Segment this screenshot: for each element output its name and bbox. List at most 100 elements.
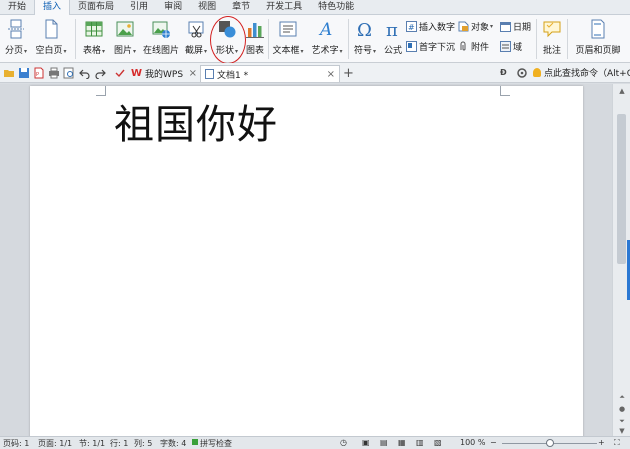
ribbon-separator [348, 19, 349, 59]
status-word-count[interactable]: 字数: 4 [160, 438, 186, 449]
svg-text:π: π [386, 20, 398, 39]
ribbon-separator [567, 19, 568, 59]
previous-page-icon[interactable]: ⏶ [616, 392, 628, 402]
undo-icon[interactable] [79, 67, 91, 80]
table-caret[interactable]: ▾ [102, 48, 105, 55]
save-icon[interactable] [18, 67, 30, 79]
tab-view[interactable]: 视图 [190, 0, 224, 15]
close-tab-icon[interactable]: × [189, 68, 197, 79]
attachment-label: 附件 [471, 42, 490, 53]
print-preview-icon[interactable] [63, 67, 75, 79]
tab-review[interactable]: 审阅 [156, 0, 190, 15]
tab-my-wps-label: 我的WPS [145, 70, 184, 80]
field-button[interactable]: 域 [500, 39, 522, 53]
drop-cap-button[interactable]: 首字下沉 [406, 39, 455, 53]
tab-document-1[interactable]: 文档1 * × [200, 65, 340, 82]
header-footer-icon [588, 19, 608, 39]
zoom-slider-handle[interactable] [545, 439, 554, 447]
scrollbar-thumb[interactable] [617, 114, 626, 264]
next-page-icon[interactable]: ⏷ [616, 416, 628, 426]
zoom-percent[interactable]: 100 % [460, 438, 485, 447]
object-caret[interactable]: ▾ [490, 23, 493, 30]
view-reading-icon[interactable]: ▧ [434, 438, 442, 447]
blank-page-button[interactable]: 空白页▾ [33, 17, 69, 61]
view-mode-icon[interactable]: ▣ [362, 438, 370, 447]
date-button[interactable]: 日期 [500, 19, 531, 33]
object-icon [458, 21, 469, 32]
tab-developer[interactable]: 开发工具 [258, 0, 310, 15]
object-button[interactable]: 对象 ▾ [458, 19, 493, 33]
view-web-icon[interactable]: ▥ [416, 438, 424, 447]
close-tab-icon[interactable]: × [327, 69, 335, 80]
online-picture-button[interactable]: 在线图片 [142, 17, 180, 61]
document-page[interactable]: 祖国你好 [30, 86, 583, 436]
screenshot-button[interactable]: 截屏▾ [182, 17, 210, 61]
open-folder-icon[interactable] [3, 67, 15, 79]
redo-icon[interactable] [94, 67, 106, 80]
comment-label: 批注 [542, 46, 561, 56]
omega-symbol-icon: Ω [355, 19, 375, 41]
chart-button[interactable]: 图表 [243, 17, 267, 61]
print-icon[interactable] [48, 67, 60, 79]
calendar-icon [500, 21, 511, 32]
command-search-label: 点此查找命令（Alt+Q） [544, 69, 630, 79]
textbox-label: 文本框 [272, 46, 300, 56]
picture-icon [115, 19, 135, 39]
view-outline-icon[interactable]: ▦ [398, 438, 406, 447]
table-button[interactable]: 表格▾ [80, 17, 108, 61]
svg-text:A: A [318, 20, 332, 39]
textbox-caret[interactable]: ▾ [301, 48, 304, 55]
command-search[interactable]: 点此查找命令（Alt+Q） [533, 66, 630, 79]
scroll-up-icon[interactable]: ▲ [616, 86, 628, 96]
drop-cap-label: 首字下沉 [419, 42, 456, 53]
view-page-icon[interactable]: ▤ [380, 438, 388, 447]
page-break-caret[interactable]: ▾ [24, 48, 27, 55]
tab-page-layout[interactable]: 页面布局 [70, 0, 122, 15]
tab-insert[interactable]: 插入 [34, 0, 71, 15]
tab-section[interactable]: 章节 [224, 0, 258, 15]
track-changes-icon[interactable]: ◷ [340, 438, 347, 447]
settings-icon[interactable] [516, 67, 528, 79]
scroll-down-icon[interactable]: ▼ [616, 426, 628, 436]
status-column: 列: 5 [134, 439, 153, 448]
shape-button[interactable]: 形状▾ [212, 17, 242, 61]
page-break-button[interactable]: 分页▾ [3, 17, 29, 61]
header-footer-button[interactable]: 页眉和页脚 [570, 17, 626, 61]
comment-button[interactable]: 批注 [539, 17, 565, 61]
formula-button[interactable]: π 公式 [381, 17, 405, 61]
spell-check-icon [192, 439, 198, 445]
insert-number-button[interactable]: # 插入数字 [406, 19, 455, 33]
symbol-caret[interactable]: ▾ [373, 48, 376, 55]
attachment-button[interactable]: 附件 [458, 39, 489, 53]
textbox-button[interactable]: 文本框▾ [270, 17, 306, 61]
blank-page-caret[interactable]: ▾ [64, 48, 67, 55]
wordart-label: 艺术字 [311, 46, 339, 56]
select-browse-object-icon[interactable]: ● [616, 404, 628, 414]
insert-ribbon: 分页▾ 空白页▾ 表格▾ 图片▾ 在线图片 截屏▾ 形状▾ 图表 文本框▾ A … [0, 15, 630, 63]
screenshot-caret[interactable]: ▾ [204, 48, 207, 55]
blank-page-icon [41, 19, 61, 39]
document-body-text[interactable]: 祖国你好 [114, 92, 278, 150]
export-pdf-icon[interactable]: P [33, 67, 45, 79]
new-tab-button[interactable]: + [343, 66, 354, 81]
screenshot-label: 截屏 [184, 46, 203, 56]
ribbon-collapse-icon[interactable]: Ð [500, 67, 512, 79]
tab-my-wps[interactable]: W 我的WPS × [128, 65, 200, 82]
customize-toolbar-icon[interactable] [114, 67, 126, 79]
wordart-button[interactable]: A 艺术字▾ [309, 17, 345, 61]
picture-button[interactable]: 图片▾ [111, 17, 139, 61]
textbox-icon [278, 19, 298, 39]
shape-caret[interactable]: ▾ [235, 48, 238, 55]
svg-text:P: P [36, 72, 39, 78]
symbol-button[interactable]: Ω 符号▾ [351, 17, 379, 61]
zoom-in-button[interactable]: + [598, 438, 605, 447]
picture-caret[interactable]: ▾ [133, 48, 136, 55]
zoom-out-button[interactable]: − [490, 438, 497, 447]
tab-home[interactable]: 开始 [0, 0, 34, 15]
fullscreen-icon[interactable]: ⛶ [614, 438, 620, 448]
status-spell-check[interactable]: 拼写检查 [200, 438, 232, 449]
wordart-caret[interactable]: ▾ [340, 48, 343, 55]
tab-special-features[interactable]: 特色功能 [310, 0, 362, 15]
status-section: 节: 1/1 [79, 439, 106, 448]
tab-references[interactable]: 引用 [122, 0, 156, 15]
